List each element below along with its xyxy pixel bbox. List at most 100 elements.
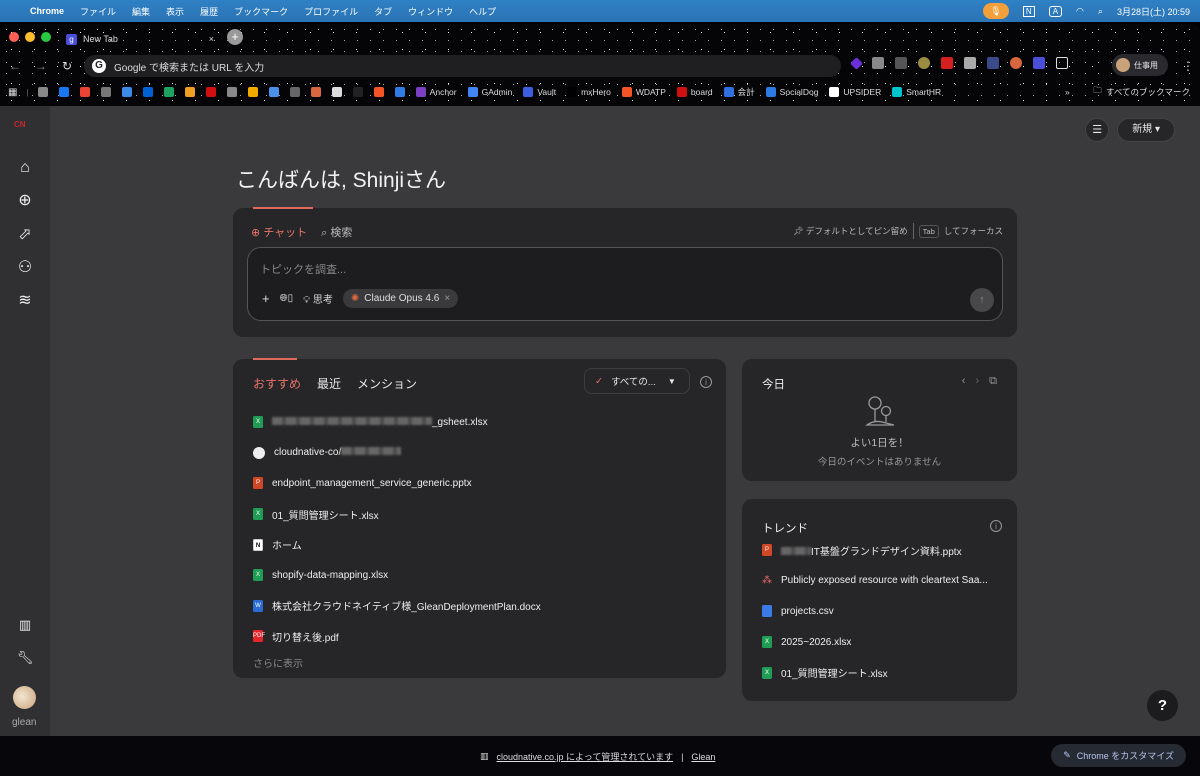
extension-icon[interactable] (987, 57, 999, 69)
bookmark[interactable] (100, 87, 111, 97)
clock[interactable]: 3月28日(土) 20:59 (1117, 5, 1190, 18)
layers-icon[interactable]: ≋ (14, 290, 36, 312)
menu-item[interactable]: 表示 (166, 5, 184, 18)
menu-item[interactable]: タブ (374, 5, 392, 18)
open-external-icon[interactable]: ⧉ (989, 375, 997, 388)
menu-item[interactable]: ブックマーク (234, 5, 288, 18)
notion-icon[interactable]: N (1022, 5, 1035, 17)
camera-extension-icon[interactable] (964, 57, 976, 69)
model-chip[interactable]: ✺ Claude Opus 4.6 × (342, 289, 459, 308)
list-item[interactable]: Pendpoint_management_service_generic.ppt… (253, 468, 541, 499)
filter-dropdown[interactable]: ✓ すべての... ▼ (584, 368, 690, 394)
new-chat-icon[interactable]: ⊕ (14, 190, 36, 212)
menu-item[interactable]: プロファイル (304, 5, 358, 18)
menu-item[interactable]: ファイル (80, 5, 116, 18)
people-icon[interactable]: ⚇ (14, 257, 36, 279)
managed-by-link[interactable]: cloudnative.co.jp によって管理されています (497, 750, 674, 763)
wrench-icon[interactable]: 🔧︎ (14, 647, 36, 669)
list-item[interactable]: ⁂ Publicly exposed resource with cleartex… (762, 566, 988, 597)
add-icon[interactable]: + (262, 291, 270, 306)
list-item[interactable]: X _gsheet.xlsx (253, 407, 541, 438)
minimize-window-button[interactable] (25, 32, 35, 42)
bookmark[interactable]: board (676, 87, 713, 97)
remove-model-icon[interactable]: × (444, 293, 450, 304)
bookmark[interactable] (163, 87, 174, 97)
bookmark[interactable]: WDATP (621, 87, 666, 97)
pdf-extension-icon[interactable] (941, 57, 953, 69)
bookmark[interactable] (226, 87, 237, 97)
extensions-puzzle-icon[interactable] (1056, 57, 1068, 69)
bookmark[interactable]: GAdmin (467, 87, 512, 97)
bookmark[interactable] (352, 87, 363, 97)
send-button[interactable]: ↑ (970, 288, 994, 312)
list-item[interactable]: W 株式会社クラウドネイティブ様_GleanDeploymentPlan.docx (253, 591, 541, 622)
bookmark[interactable]: Vault (523, 87, 556, 97)
bookmark[interactable] (142, 87, 153, 97)
bookmark[interactable] (184, 87, 195, 97)
list-item[interactable]: projects.csv (762, 596, 988, 627)
agents-icon[interactable]: ⬀ (14, 224, 36, 246)
help-button[interactable]: ? (1147, 690, 1178, 721)
bookmark[interactable]: UPSIDER (829, 87, 881, 97)
user-avatar[interactable] (13, 686, 36, 709)
extension-icon[interactable] (850, 56, 863, 70)
customize-chrome-button[interactable]: ✎ Chrome をカスタマイズ (1051, 744, 1186, 767)
bookmark[interactable] (58, 87, 69, 97)
list-item[interactable]: X 01_質問管理シート.xlsx (762, 657, 988, 688)
list-item[interactable]: X 01_質問管理シート.xlsx (253, 499, 541, 530)
next-day-icon[interactable]: › (975, 375, 979, 388)
forward-button[interactable]: → (30, 59, 52, 73)
menu-item[interactable]: ウィンドウ (408, 5, 453, 18)
bookmark[interactable] (79, 87, 90, 97)
all-bookmarks-button[interactable]: 🗀 すべてのブックマーク (1093, 85, 1190, 99)
reload-button[interactable]: ↻ (56, 59, 78, 73)
list-item[interactable]: PDF 切り替え後.pdf (253, 621, 541, 652)
bookmark[interactable]: Anchor (415, 87, 457, 97)
tab-mentions[interactable]: メンション (357, 375, 417, 392)
extension-icon[interactable] (895, 57, 907, 69)
list-item[interactable]: X 2025~2026.xlsx (762, 627, 988, 658)
info-icon[interactable]: i (990, 520, 1002, 532)
think-toggle[interactable]: 💡︎ 思考 (303, 291, 333, 306)
bookmark[interactable]: 会計 (723, 86, 755, 98)
profile-button[interactable]: 仕事用 (1112, 54, 1168, 76)
glean-link[interactable]: Glean (691, 752, 715, 762)
tab-chat[interactable]: ⊕ チャット (251, 224, 307, 240)
omnibox[interactable]: G Google で検索または URL を入力 (84, 55, 841, 77)
tab-recent[interactable]: 最近 (317, 375, 341, 392)
chat-input[interactable]: トピックを調査... + 🌐︎▯ 💡︎ 思考 ✺ Claude Opus 4.6 ×… (247, 247, 1003, 321)
pin-default-button[interactable]: 📌︎ デフォルトとしてピン留め (793, 225, 908, 237)
list-item[interactable]: Xshopify-data-mapping.xlsx (253, 560, 541, 591)
bookmark[interactable]: SmartHR (892, 87, 941, 97)
bookmark[interactable] (205, 87, 216, 97)
bookmark[interactable] (121, 87, 132, 97)
menu-app[interactable]: Chrome (30, 6, 64, 16)
chrome-menu-icon[interactable]: ⋮ (1182, 59, 1194, 73)
zoom-window-button[interactable] (41, 32, 51, 42)
bookmark[interactable] (394, 87, 405, 97)
mail-extension-icon[interactable] (872, 57, 884, 69)
extension-icon[interactable] (918, 57, 930, 69)
list-item[interactable]: cloudnative-co/ (253, 438, 541, 469)
bookmark[interactable]: mxHero (567, 87, 611, 97)
show-more-link[interactable]: さらに表示 (253, 655, 303, 670)
bookmark[interactable] (331, 87, 342, 97)
bookmark[interactable] (37, 87, 48, 97)
menu-item[interactable]: 履歴 (200, 5, 218, 18)
bookmarks-overflow-button[interactable]: » (1065, 87, 1070, 97)
bookmark[interactable]: SocialDog (765, 87, 818, 97)
new-button[interactable]: 新規 ▾ (1117, 118, 1175, 142)
menu-item[interactable]: ヘルプ (469, 5, 496, 18)
tab-recommended[interactable]: おすすめ (253, 375, 301, 392)
tab-search[interactable]: ⌕ 検索 (321, 224, 352, 240)
search-icon[interactable]: ⌕ (1098, 6, 1103, 17)
close-window-button[interactable] (9, 32, 19, 42)
wifi-icon[interactable]: ◠ (1076, 6, 1084, 17)
input-mode-icon[interactable]: A (1048, 5, 1063, 17)
claude-extension-icon[interactable] (1010, 57, 1022, 69)
bookmark[interactable] (247, 87, 258, 97)
glean-extension-icon[interactable] (1033, 57, 1045, 69)
microphone-icon[interactable]: 🎙 (982, 3, 1009, 19)
new-tab-button[interactable]: + (227, 29, 243, 45)
bookmark[interactable] (268, 87, 279, 97)
